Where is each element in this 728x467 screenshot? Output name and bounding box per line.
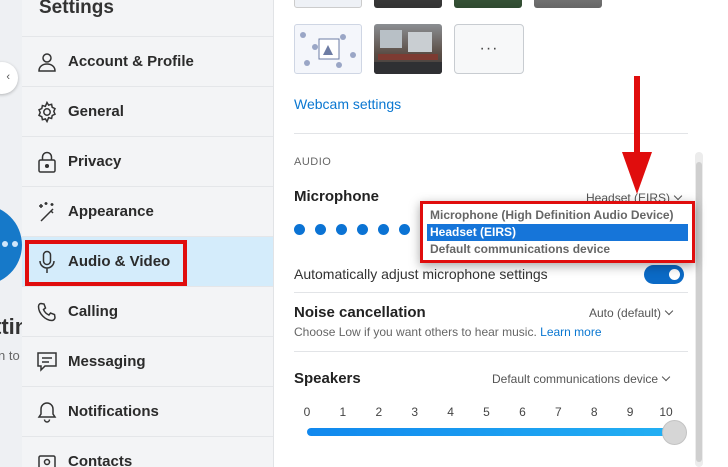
auto-adjust-mic-toggle[interactable] — [644, 265, 684, 284]
microphone-dropdown: Microphone (High Definition Audio Device… — [420, 201, 695, 263]
chevron-down-icon — [664, 306, 674, 316]
sidebar-item-contacts[interactable]: Contacts — [22, 436, 273, 467]
sidebar-item-notifications[interactable]: Notifications — [22, 386, 273, 436]
contacts-icon — [36, 453, 58, 467]
sidebar-item-general[interactable]: General — [22, 86, 273, 136]
sidebar-item-label: Account & Profile — [68, 53, 194, 70]
noise-cancellation-select[interactable]: Auto (default) — [589, 306, 674, 320]
speakers-label: Speakers — [294, 370, 361, 387]
webcam-settings-link[interactable]: Webcam settings — [294, 96, 401, 112]
background-thumbnail[interactable] — [374, 0, 442, 8]
sidebar-item-account-profile[interactable]: Account & Profile — [22, 36, 273, 86]
chevron-down-icon — [661, 372, 671, 382]
volume-tick-label: 10 — [659, 405, 673, 419]
sidebar-item-calling[interactable]: Calling — [22, 286, 273, 336]
volume-tick-label: 1 — [339, 405, 347, 419]
background-heading: ttin — [0, 314, 22, 339]
sidebar-item-label: Calling — [68, 303, 119, 320]
sidebar-item-label: General — [68, 103, 124, 120]
divider — [294, 351, 688, 352]
background-subtext: n to — [0, 348, 20, 363]
background-thumbnail[interactable] — [534, 0, 602, 8]
sidebar-item-label: Notifications — [68, 403, 159, 420]
microphone-option[interactable]: Default communications device — [427, 241, 688, 258]
speaker-volume-track[interactable] — [307, 428, 675, 436]
background-thumbnail[interactable] — [294, 24, 362, 74]
background-thumbnail[interactable] — [454, 0, 522, 8]
background-thumbnail[interactable] — [294, 0, 362, 8]
chat-icon — [36, 351, 58, 373]
audio-section-heading: AUDIO — [294, 156, 332, 168]
volume-tick-label: 0 — [303, 405, 311, 419]
gear-icon — [36, 100, 58, 123]
phone-icon — [36, 301, 58, 323]
chevron-left-icon: ‹ — [6, 71, 10, 83]
background-illustration — [0, 205, 22, 285]
microphone-option-selected[interactable]: Headset (EIRS) — [427, 224, 688, 241]
more-backgrounds-button[interactable]: ··· — [454, 24, 524, 74]
microphone-icon — [36, 250, 58, 273]
background-thumbnail[interactable] — [374, 24, 442, 74]
sidebar-item-label: Messaging — [68, 353, 146, 370]
volume-tick-label: 4 — [447, 405, 454, 419]
sidebar-item-label: Contacts — [68, 453, 133, 467]
sidebar-item-label: Privacy — [68, 153, 122, 170]
sidebar-item-audio-video[interactable]: Audio & Video — [22, 236, 273, 286]
bell-icon — [36, 401, 58, 423]
volume-tick-label: 5 — [483, 405, 490, 419]
microphone-label: Microphone — [294, 188, 379, 205]
noise-cancellation-value: Auto (default) — [589, 306, 662, 320]
sidebar-item-appearance[interactable]: Appearance — [22, 186, 273, 236]
noise-cancellation-label: Noise cancellation — [294, 304, 426, 321]
magic-wand-icon — [36, 201, 58, 223]
sidebar-item-label: Audio & Video — [68, 253, 171, 270]
auto-adjust-mic-label: Automatically adjust microphone settings — [294, 266, 548, 282]
learn-more-link[interactable]: Learn more — [540, 325, 601, 339]
speakers-select[interactable]: Default communications device — [492, 372, 671, 386]
speaker-volume-handle[interactable] — [662, 420, 687, 445]
volume-tick-label: 7 — [554, 405, 562, 419]
volume-tick-label: 2 — [375, 405, 383, 419]
volume-tick-label: 8 — [590, 405, 598, 419]
annotation-arrow-icon — [622, 76, 652, 194]
settings-sidebar: Settings Account & Profile General Priva… — [22, 0, 274, 467]
sidebar-item-privacy[interactable]: Privacy — [22, 136, 273, 186]
chevron-down-icon — [673, 191, 683, 201]
background-app-strip: ‹ ttin n to — [0, 0, 22, 467]
volume-tick-label: 9 — [626, 405, 634, 419]
lock-icon — [36, 151, 58, 173]
collapse-button: ‹ — [0, 62, 18, 94]
speakers-select-value: Default communications device — [492, 372, 659, 386]
sidebar-item-label: Appearance — [68, 203, 154, 220]
divider — [294, 292, 688, 293]
microphone-option[interactable]: Microphone (High Definition Audio Device… — [427, 207, 688, 224]
volume-tick-label: 3 — [411, 405, 419, 419]
volume-scale: 0 1 2 3 4 5 6 7 8 9 10 — [303, 405, 681, 419]
settings-title: Settings — [39, 0, 114, 18]
noise-cancellation-help: Choose Low if you want others to hear mu… — [294, 325, 602, 339]
content-scrollbar[interactable] — [695, 152, 703, 467]
person-icon — [36, 51, 58, 73]
volume-tick-label: 6 — [519, 405, 526, 419]
sidebar-item-messaging[interactable]: Messaging — [22, 336, 273, 386]
noise-help-text: Choose Low if you want others to hear mu… — [294, 325, 537, 339]
